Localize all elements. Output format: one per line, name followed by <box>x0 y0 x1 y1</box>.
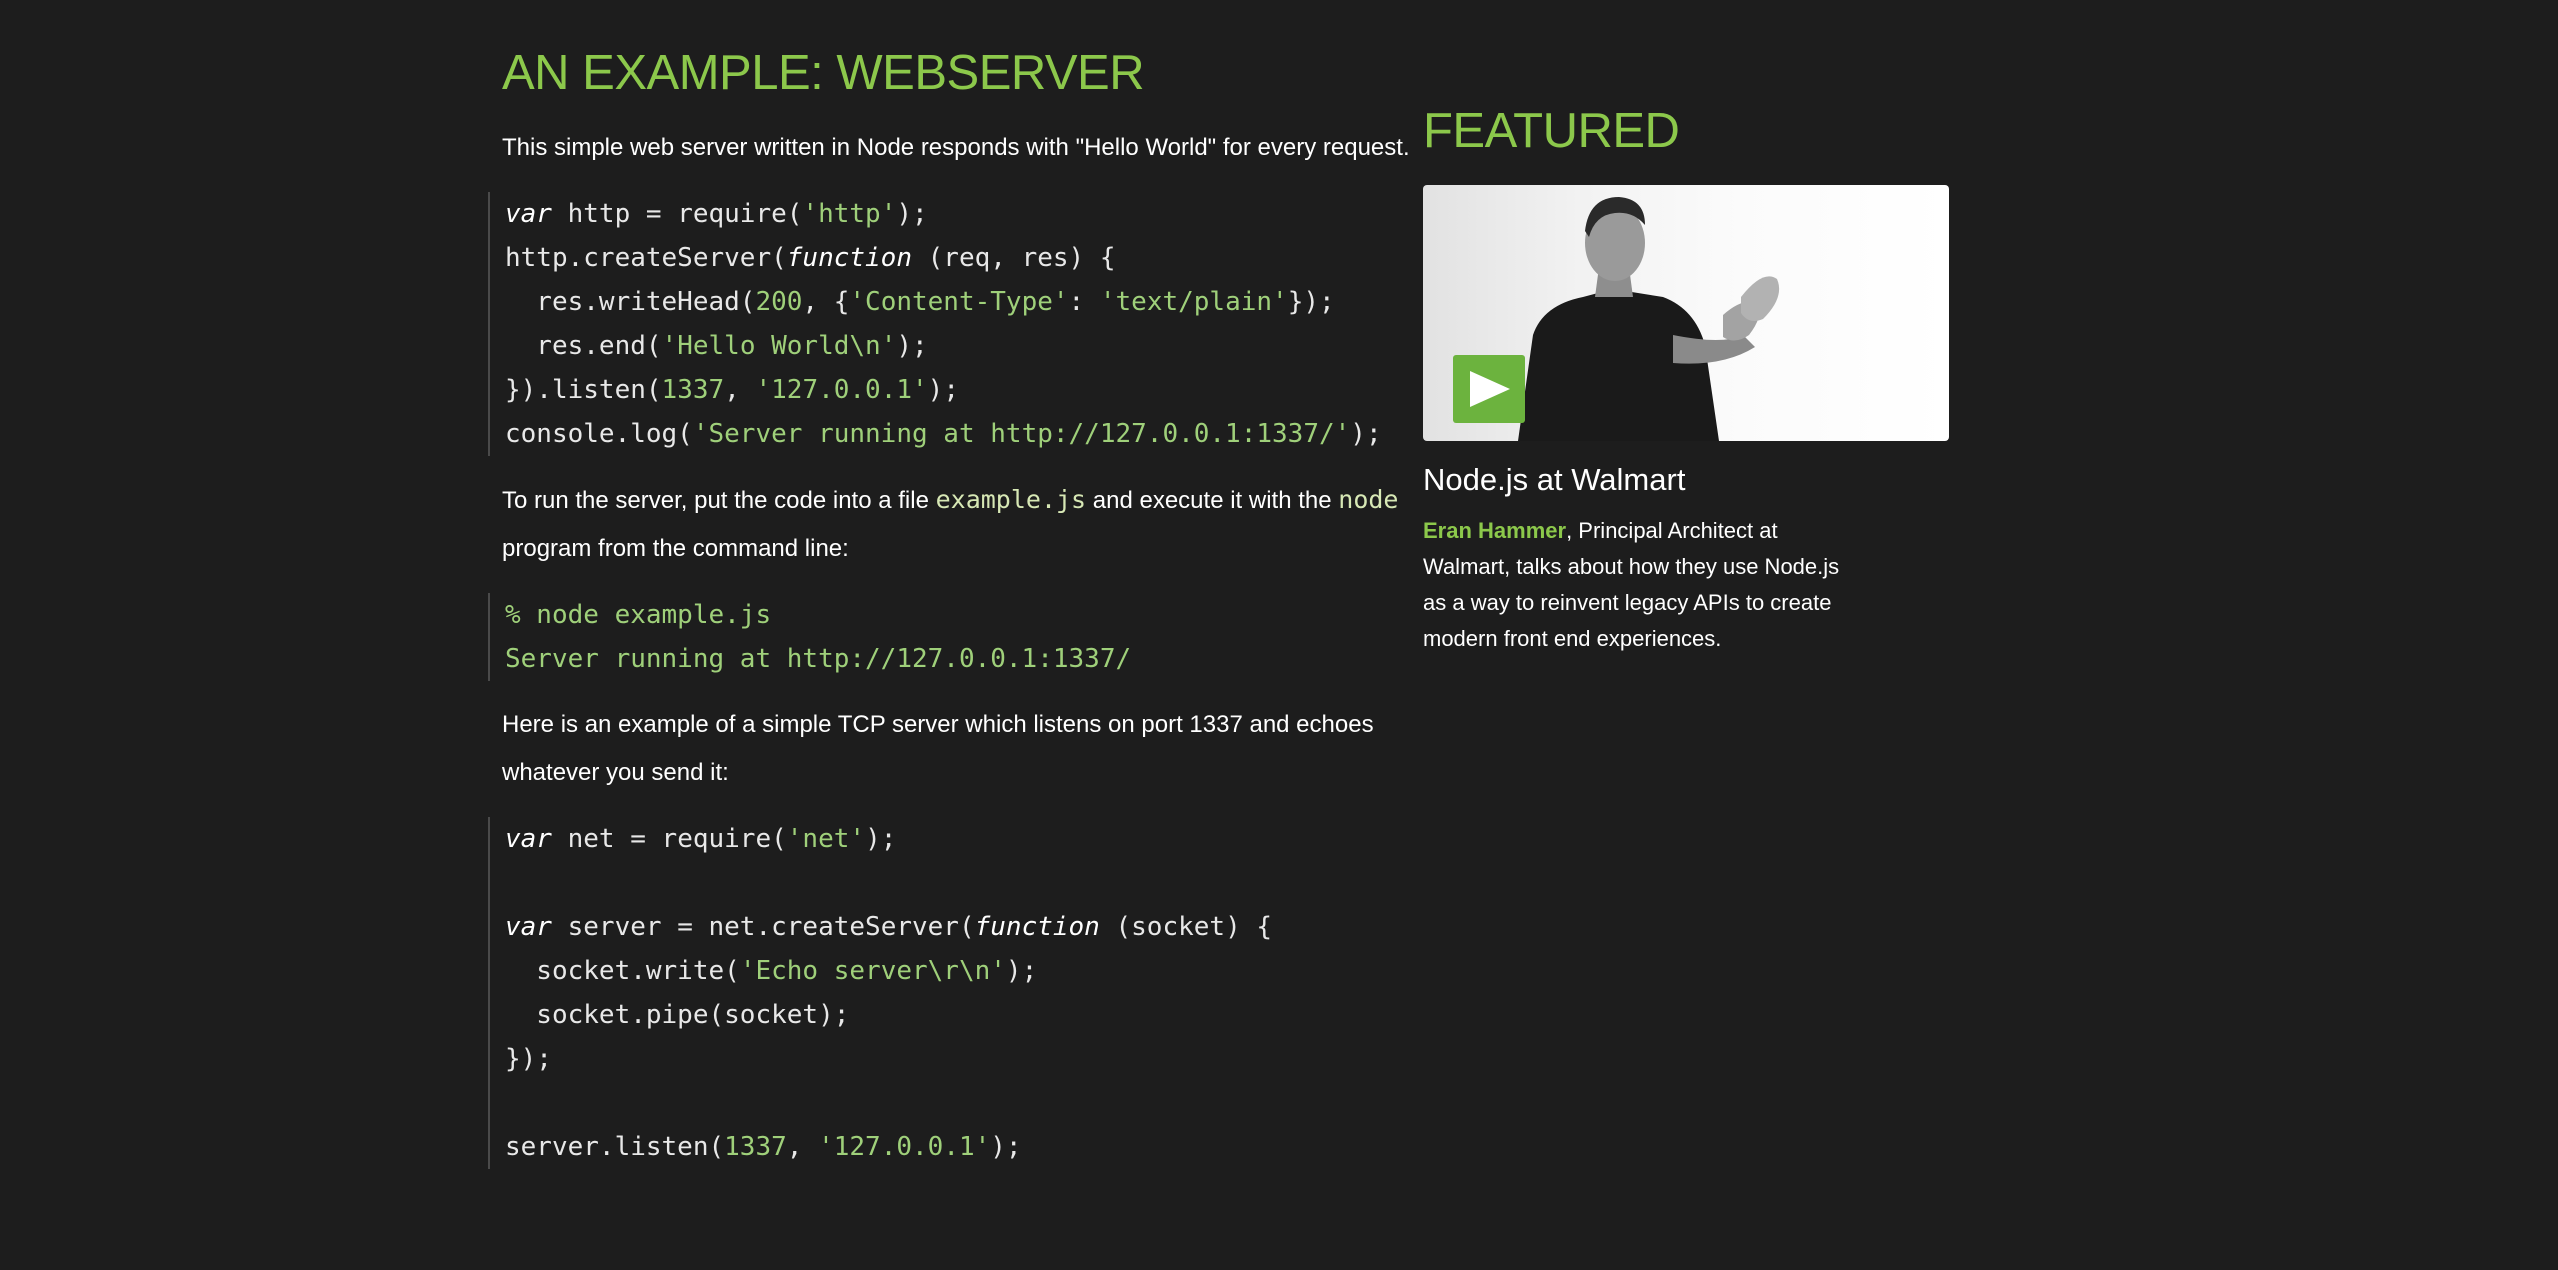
code-token: var <box>505 912 552 942</box>
code-token: http.createServer( <box>505 243 787 273</box>
video-description: Eran Hammer, Principal Architect at Walm… <box>1423 513 1853 657</box>
play-button[interactable] <box>1453 355 1525 423</box>
run-text-1: To run the server, put the code into a f… <box>502 487 936 514</box>
code-token: ); <box>1350 419 1382 449</box>
code-token: ); <box>896 331 928 361</box>
inline-code-node: node <box>1338 485 1399 514</box>
code-token: http = require( <box>551 199 803 229</box>
play-icon <box>1470 371 1510 407</box>
code-token: % node example.js <box>505 600 772 630</box>
code-token: , <box>786 1132 819 1162</box>
code-token: (socket) { <box>1099 912 1273 942</box>
intro-paragraph: This simple web server written in Node r… <box>502 134 1410 161</box>
code-token: (req, res) { <box>912 243 1116 273</box>
code-token: 'Echo server\r\n' <box>739 956 1006 986</box>
code-line: http.createServer(function (req, res) { <box>505 243 1116 273</box>
code-block-http-server[interactable]: var http = require('http'); http.createS… <box>488 192 1422 456</box>
code-token: , { <box>802 287 850 317</box>
code-token: function <box>974 912 1100 942</box>
featured-sidebar: FEATURED Node.js at Walmart Eran Hammer,… <box>1423 98 1953 657</box>
inline-code-filename: example.js <box>935 485 1087 514</box>
code-block-command-line[interactable]: % node example.js Server running at http… <box>488 593 1422 681</box>
featured-video-thumbnail[interactable] <box>1423 185 1949 441</box>
code-token: net = require( <box>551 824 787 854</box>
main-content: AN EXAMPLE: WEBSERVER This simple web se… <box>488 38 1422 1169</box>
code-line: server.listen(1337, '127.0.0.1'); <box>505 1132 1022 1162</box>
code-token: var <box>505 824 552 854</box>
code-token: }); <box>505 1044 552 1074</box>
code-line: Server running at http://127.0.0.1:1337/ <box>505 644 1131 674</box>
code-token: 'http' <box>802 199 897 229</box>
code-token: console.log( <box>505 419 693 449</box>
code-token: 'net' <box>786 824 866 854</box>
code-token: socket.pipe(socket); <box>505 1000 850 1030</box>
code-token: ); <box>896 199 928 229</box>
section-title: AN EXAMPLE: WEBSERVER <box>502 46 1145 100</box>
code-token: res.end( <box>505 331 662 361</box>
code-line: socket.write('Echo server\r\n'); <box>505 956 1037 986</box>
featured-heading: FEATURED <box>1423 104 1680 158</box>
code-token: var <box>505 199 552 229</box>
video-title[interactable]: Node.js at Walmart <box>1423 457 1953 503</box>
code-token: 200 <box>755 287 803 317</box>
code-token: ); <box>990 1132 1022 1162</box>
run-text-2: and execute it with the <box>1086 487 1339 514</box>
code-token: : <box>1068 287 1100 317</box>
code-token: 'text/plain' <box>1099 287 1288 317</box>
page: AN EXAMPLE: WEBSERVER This simple web se… <box>0 0 2558 1270</box>
code-token: ); <box>927 375 959 405</box>
code-line: }); <box>505 1044 552 1074</box>
code-line: var http = require('http'); <box>505 199 928 229</box>
code-line: res.writeHead(200, {'Content-Type': 'tex… <box>505 287 1335 317</box>
code-token: 'Content-Type' <box>849 287 1069 317</box>
code-token: 'Server running at http://127.0.0.1:1337… <box>692 419 1351 449</box>
code-token: ); <box>865 824 897 854</box>
code-token: function <box>786 243 912 273</box>
code-token: socket.write( <box>505 956 740 986</box>
code-token: 'Hello World\n' <box>661 331 897 361</box>
tcp-paragraph: Here is an example of a simple TCP serve… <box>502 711 1374 786</box>
code-token: ); <box>1005 956 1038 986</box>
code-token: }).listen( <box>505 375 662 405</box>
code-line: }).listen(1337, '127.0.0.1'); <box>505 375 959 405</box>
code-token: server.listen( <box>505 1132 725 1162</box>
code-block-tcp-server[interactable]: var net = require('net'); var server = n… <box>488 817 1422 1169</box>
code-line: res.end('Hello World\n'); <box>505 331 928 361</box>
run-instructions: To run the server, put the code into a f… <box>502 476 1422 573</box>
code-line: var server = net.createServer(function (… <box>505 912 1272 942</box>
run-text-3: program from the command line: <box>502 535 849 562</box>
code-token: }); <box>1287 287 1335 317</box>
code-token: 1337 <box>661 375 725 405</box>
code-token: '127.0.0.1' <box>755 375 928 405</box>
code-line: socket.pipe(socket); <box>505 1000 849 1030</box>
code-token: , <box>724 375 756 405</box>
code-token: 1337 <box>724 1132 787 1162</box>
author-link[interactable]: Eran Hammer <box>1423 518 1566 543</box>
code-token: '127.0.0.1' <box>818 1132 991 1162</box>
code-line: var net = require('net'); <box>505 824 896 854</box>
code-token: server = net.createServer( <box>551 912 975 942</box>
code-line: % node example.js <box>505 600 771 630</box>
code-line: console.log('Server running at http://12… <box>505 419 1382 449</box>
code-token: Server running at http://127.0.0.1:1337/ <box>505 644 1132 674</box>
code-token: res.writeHead( <box>505 287 756 317</box>
